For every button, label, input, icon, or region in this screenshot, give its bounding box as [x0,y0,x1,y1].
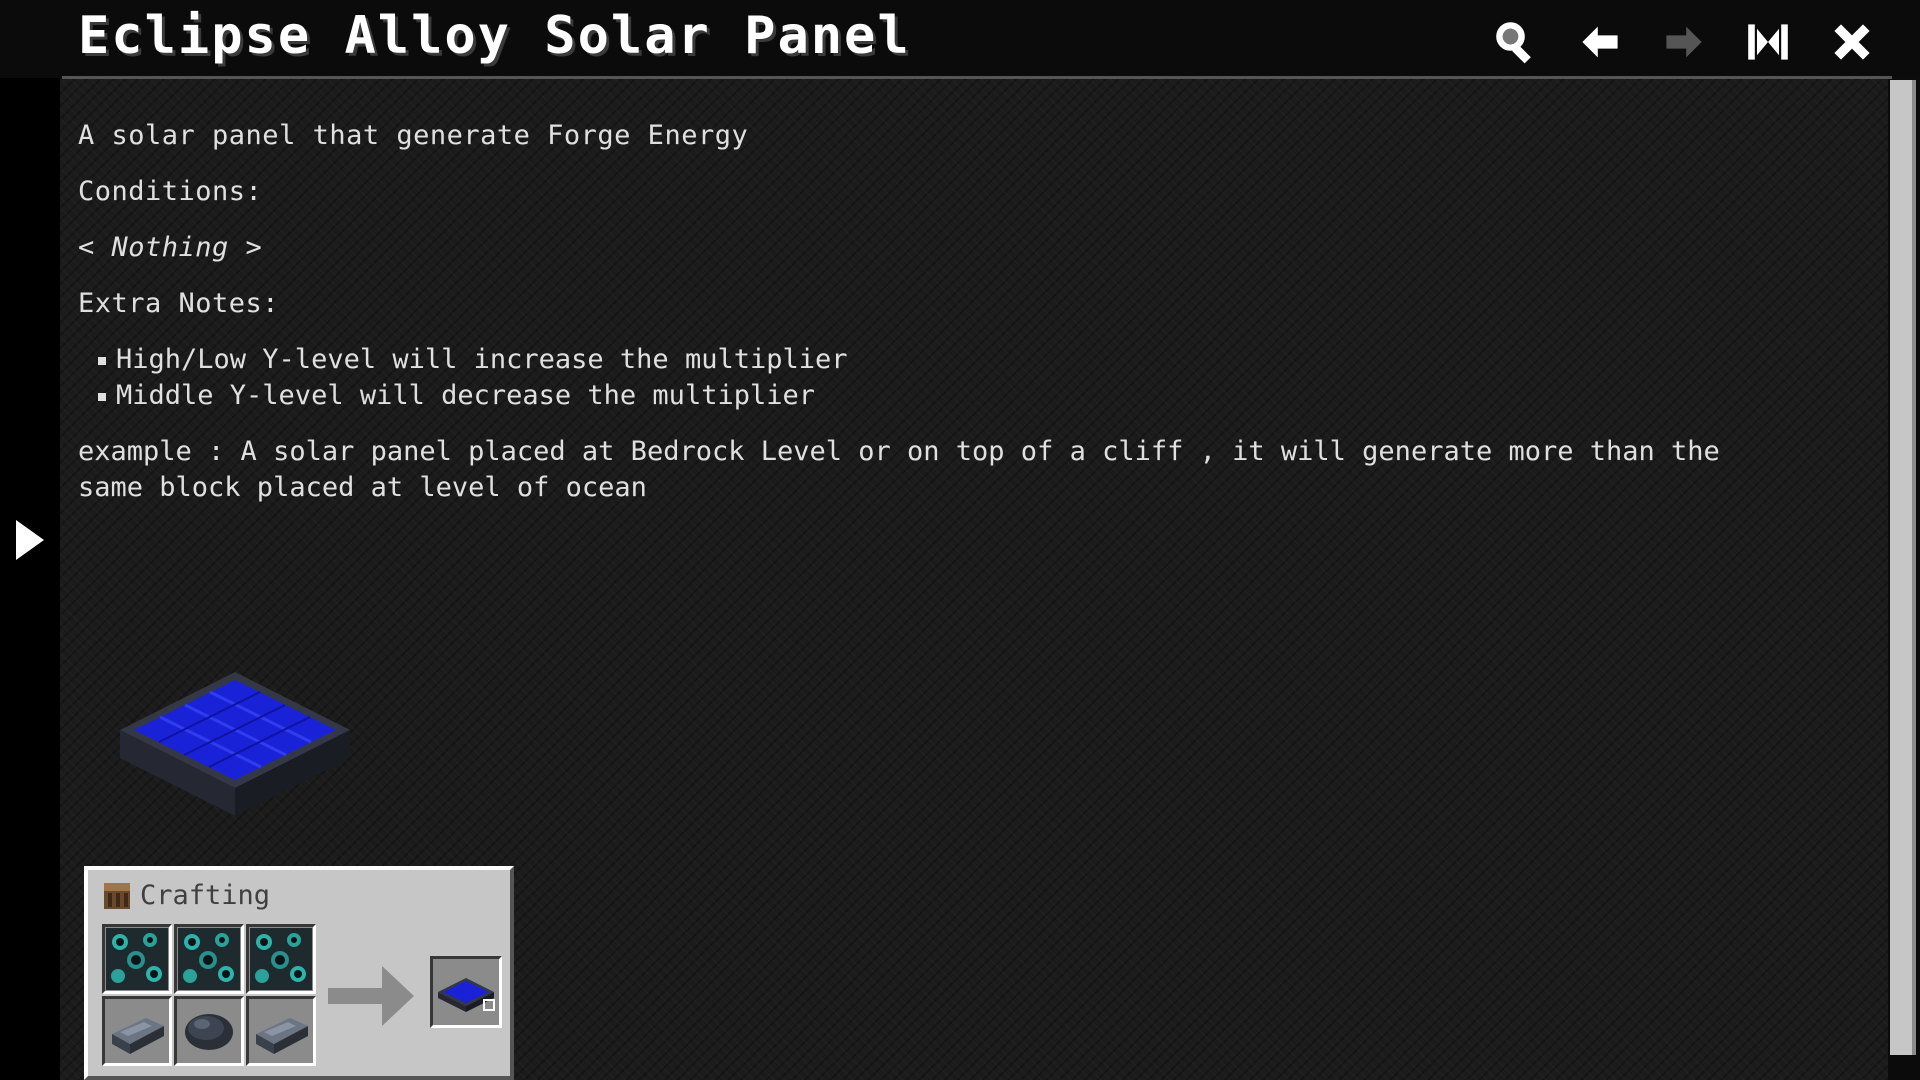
search-icon [1496,22,1531,64]
conditions-label: Conditions: [78,176,263,207]
list-item: Middle Y-level will decrease the multipl… [98,380,815,411]
page-title: Eclipse Alloy Solar Panel [78,6,911,66]
bullet [98,356,106,365]
bookmark-icon [1748,24,1788,60]
forward-button[interactable] [1656,14,1712,70]
crafting-table-icon [104,882,130,909]
example-text: example : A solar panel placed at Bedroc… [78,436,1720,503]
crafting-recipe: Crafting [84,866,514,1080]
sidebar-collapsed [0,78,60,1080]
solar-panel-render[interactable] [118,668,352,818]
close-icon [1834,24,1870,60]
ingredient-slot[interactable] [102,996,172,1066]
alloy-nugget-icon [185,1014,233,1050]
title-bar: Eclipse Alloy Solar Panel [0,0,1920,78]
crafting-arrow-icon [328,966,414,1026]
expand-sidebar-icon[interactable] [14,518,46,562]
alloy-ingot-icon [256,1018,308,1054]
ingredient-slot[interactable] [174,996,244,1066]
list-item: High/Low Y-level will increase the multi… [98,344,848,375]
crafting-title: Crafting [140,880,271,911]
ingredient-slot[interactable] [102,924,172,994]
eclipse-ore-icon [178,928,240,990]
forward-arrow-icon [1666,26,1702,58]
ingredient-slot[interactable] [246,996,316,1066]
toolbar [1488,14,1880,70]
extra-notes-label: Extra Notes: [78,288,280,319]
description-text: A solar panel that generate Forge Energy [78,120,749,151]
eclipse-ore-icon [106,928,168,990]
bullet [98,392,106,401]
alloy-ingot-icon [112,1018,164,1054]
crafting-header: Crafting [102,880,270,911]
back-arrow-icon [1582,26,1618,58]
solar-panel-icon [438,978,495,1012]
note-text: High/Low Y-level will increase the multi… [116,344,848,375]
conditions-value: < Nothing > [78,232,263,263]
crafting-grid [102,924,316,1066]
eclipse-ore-icon [250,928,312,990]
close-button[interactable] [1824,14,1880,70]
ingredient-slot[interactable] [246,924,316,994]
search-button[interactable] [1488,14,1544,70]
result-slot[interactable] [430,956,502,1028]
ingredient-slot[interactable] [174,924,244,994]
scrollbar-thumb[interactable] [1890,80,1916,1055]
note-text: Middle Y-level will decrease the multipl… [116,380,815,411]
back-button[interactable] [1572,14,1628,70]
bookmark-button[interactable] [1740,14,1796,70]
